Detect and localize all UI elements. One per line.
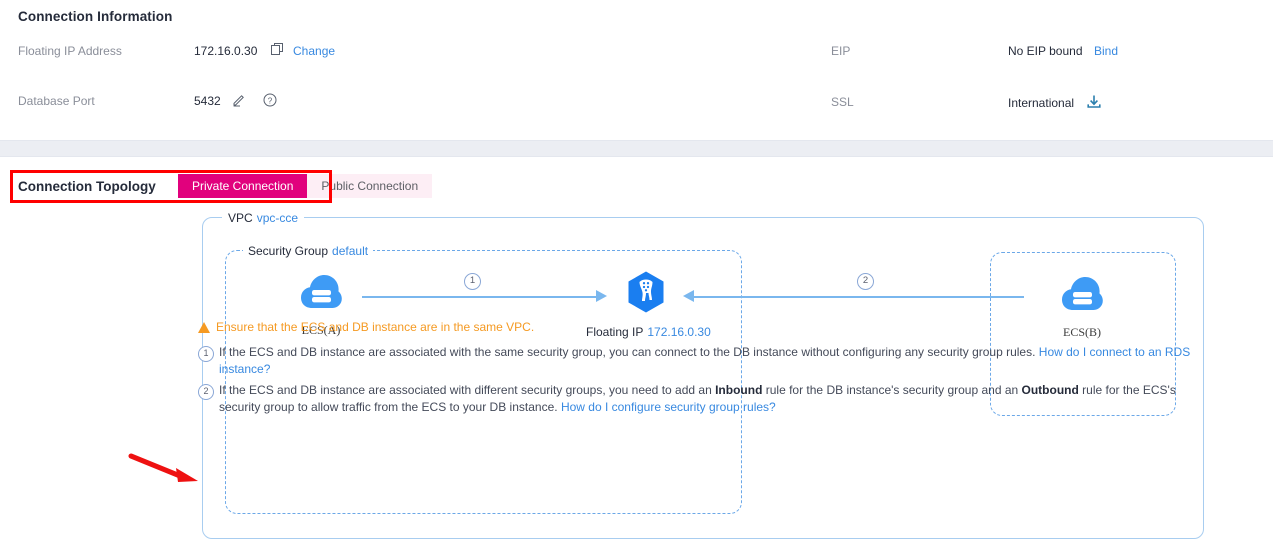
vpc-name: vpc-cce xyxy=(256,211,299,225)
connector-arrow-2 xyxy=(683,290,694,302)
tab-public-connection[interactable]: Public Connection xyxy=(307,174,433,198)
section-divider xyxy=(0,140,1273,157)
bind-eip-link[interactable]: Bind xyxy=(1094,44,1118,58)
database-port-value: 5432 xyxy=(194,94,221,108)
note-2-bold-inbound: Inbound xyxy=(715,383,763,397)
connector-line-1 xyxy=(362,296,598,298)
warning-note: Ensure that the ECS and DB instance are … xyxy=(198,320,898,334)
vpc-label-text: VPC xyxy=(228,211,253,225)
ssl-value: International xyxy=(1008,96,1075,110)
floating-ip-value: 172.16.0.30 xyxy=(194,44,258,58)
connector-arrow-1 xyxy=(596,290,607,302)
change-floating-ip-link[interactable]: Change xyxy=(293,44,335,58)
security-group-label-text: Security Group xyxy=(248,244,329,258)
eip-value: No EIP bound xyxy=(1008,44,1083,58)
note-1-text: If the ECS and DB instance are associate… xyxy=(219,344,1208,378)
ssl-label: SSL xyxy=(831,95,854,109)
note-2-badge: 2 xyxy=(198,384,214,400)
connection-information-title: Connection Information xyxy=(18,9,173,24)
connection-information-panel: Connection Information Floating IP Addre… xyxy=(0,0,1273,140)
tab-private-connection[interactable]: Private Connection xyxy=(178,174,308,198)
note-2-body-b: rule for the DB instance's security grou… xyxy=(762,383,1022,397)
note-item-2: 2 If the ECS and DB instance are associa… xyxy=(198,382,1188,416)
security-group-name: default xyxy=(332,244,369,258)
database-hexagon-icon xyxy=(625,271,667,317)
cloud-server-icon xyxy=(299,275,343,315)
annotation-pointer-arrow xyxy=(128,453,198,482)
note-item-1: 1 If the ECS and DB instance are associa… xyxy=(198,344,1208,378)
note-2-body-a: If the ECS and DB instance are associate… xyxy=(219,383,716,397)
node-ecs-b: ECS(B) xyxy=(1037,274,1127,340)
download-icon[interactable] xyxy=(1086,94,1102,110)
note-2-bold-outbound: Outbound xyxy=(1021,383,1079,397)
note-1-body: If the ECS and DB instance are associate… xyxy=(219,345,1036,359)
warning-triangle-icon xyxy=(198,322,210,333)
note-2-link[interactable]: How do I configure security group rules? xyxy=(561,400,776,414)
connector-badge-2: 2 xyxy=(857,273,874,290)
warning-note-text: Ensure that the ECS and DB instance are … xyxy=(216,320,535,334)
cloud-server-icon xyxy=(1060,277,1104,317)
vpc-label: VPC vpc-cce xyxy=(222,210,305,226)
pencil-icon[interactable] xyxy=(232,92,247,107)
svg-text:?: ? xyxy=(268,96,273,105)
note-2-text: If the ECS and DB instance are associate… xyxy=(219,382,1188,416)
topology-tab-group: Private Connection Public Connection xyxy=(178,174,433,198)
connector-badge-1: 1 xyxy=(464,273,481,290)
connection-topology-title: Connection Topology xyxy=(18,179,156,194)
database-port-label: Database Port xyxy=(18,94,95,108)
security-group-label: Security Group default xyxy=(243,244,374,259)
node-ecs-b-label: ECS(B) xyxy=(1062,325,1101,339)
connector-line-2 xyxy=(694,296,1024,298)
note-1-badge: 1 xyxy=(198,346,214,362)
eip-label: EIP xyxy=(831,44,851,58)
question-circle-icon[interactable]: ? xyxy=(263,93,277,107)
copy-icon[interactable] xyxy=(271,42,285,57)
floating-ip-label: Floating IP Address xyxy=(18,44,122,58)
